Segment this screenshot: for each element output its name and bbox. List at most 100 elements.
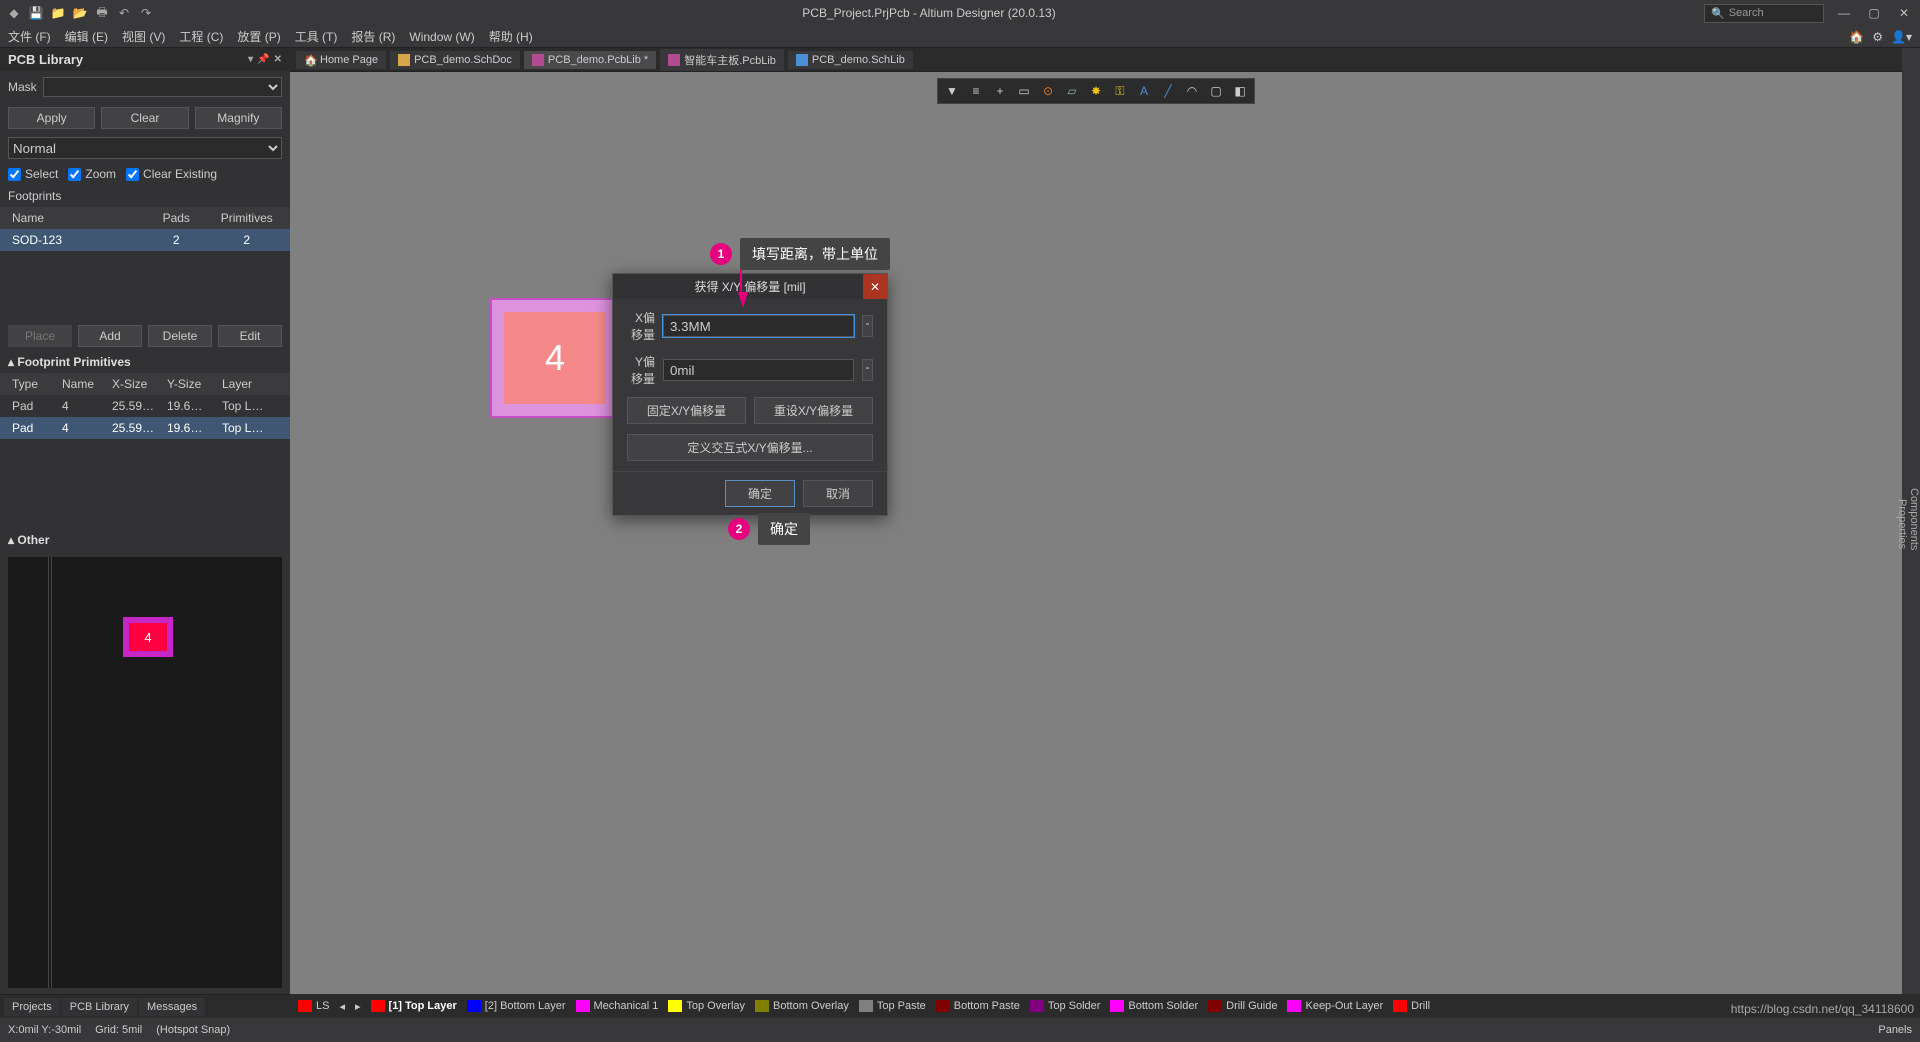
cancel-button[interactable]: 取消	[803, 480, 873, 507]
fill-icon[interactable]: ◧	[1230, 81, 1250, 101]
primitive-row[interactable]: Pad 4 25.59… 19.6… Top L…	[0, 395, 290, 417]
settings-icon[interactable]: ⚙	[1872, 30, 1883, 44]
polygon-icon[interactable]: ▱	[1062, 81, 1082, 101]
filter-icon[interactable]: ▼	[942, 81, 962, 101]
tab-home[interactable]: 🏠Home Page	[296, 51, 386, 69]
col-layer[interactable]: Layer	[218, 375, 282, 393]
mode-select[interactable]: Normal	[8, 137, 282, 159]
rect-icon[interactable]: ▢	[1206, 81, 1226, 101]
ok-button[interactable]: 确定	[725, 480, 795, 507]
define-interactive-button[interactable]: 定义交互式X/Y偏移量...	[627, 434, 873, 461]
panels-button[interactable]: Panels	[1878, 1024, 1912, 1036]
footprint-row[interactable]: SOD-123 2 2	[0, 229, 290, 251]
via-icon[interactable]: ⊙	[1038, 81, 1058, 101]
properties-tab[interactable]: Properties	[1896, 54, 1908, 994]
menu-edit[interactable]: 编辑 (E)	[65, 28, 108, 45]
layer-item[interactable]: Drill	[1393, 1000, 1430, 1012]
arc-icon[interactable]: ◠	[1182, 81, 1202, 101]
col-pname[interactable]: Name	[58, 375, 108, 393]
list-icon[interactable]: ≡	[966, 81, 986, 101]
components-tab[interactable]: Components	[1908, 54, 1920, 994]
layer-item[interactable]: Top Overlay	[668, 1000, 745, 1012]
col-ysize[interactable]: Y-Size	[163, 375, 218, 393]
menu-reports[interactable]: 报告 (R)	[351, 28, 395, 45]
minimize-icon[interactable]: —	[1834, 6, 1854, 20]
menu-file[interactable]: 文件 (F)	[8, 28, 51, 45]
layer-item[interactable]: [2] Bottom Layer	[467, 1000, 566, 1012]
reset-offset-button[interactable]: 重设X/Y偏移量	[754, 397, 873, 424]
window-title: PCB_Project.PrjPcb - Altium Designer (20…	[154, 6, 1704, 20]
layer-prev-icon[interactable]: ◂	[339, 1000, 345, 1013]
col-pads[interactable]: Pads	[141, 209, 212, 227]
layer-item[interactable]: Drill Guide	[1208, 1000, 1277, 1012]
edit-button[interactable]: Edit	[218, 325, 282, 347]
editor-canvas[interactable]: 🏠Home Page PCB_demo.SchDoc PCB_demo.PcbL…	[290, 48, 1902, 994]
col-xsize[interactable]: X-Size	[108, 375, 163, 393]
panel-close-icon[interactable]: ✕	[274, 54, 282, 65]
col-primitives[interactable]: Primitives	[212, 209, 283, 227]
close-icon[interactable]: ✕	[1894, 6, 1914, 20]
clear-button[interactable]: Clear	[101, 107, 188, 129]
open-icon[interactable]: 📁	[50, 5, 66, 21]
tab-messages[interactable]: Messages	[139, 998, 205, 1016]
layer-item[interactable]: Top Paste	[859, 1000, 926, 1012]
tab-schlib[interactable]: PCB_demo.SchLib	[788, 51, 913, 69]
origin-icon[interactable]: ✸	[1086, 81, 1106, 101]
global-search[interactable]: 🔍 Search	[1704, 4, 1824, 23]
pad-icon[interactable]: ▭	[1014, 81, 1034, 101]
maximize-icon[interactable]: ▢	[1864, 6, 1884, 20]
layer-item[interactable]: Bottom Solder	[1110, 1000, 1198, 1012]
tab-pcb-library[interactable]: PCB Library	[62, 998, 137, 1016]
menu-help[interactable]: 帮助 (H)	[489, 28, 533, 45]
home-icon[interactable]: 🏠	[1849, 30, 1864, 44]
tab-schdoc[interactable]: PCB_demo.SchDoc	[390, 51, 520, 69]
magnify-button[interactable]: Magnify	[195, 107, 282, 129]
layer-item[interactable]: [1] Top Layer	[371, 1000, 457, 1012]
layer-next-icon[interactable]: ▸	[355, 1000, 361, 1013]
layer-item[interactable]: Keep-Out Layer	[1287, 1000, 1383, 1012]
menu-window[interactable]: Window (W)	[409, 30, 474, 44]
save-icon[interactable]: 💾	[28, 5, 44, 21]
menu-tools[interactable]: 工具 (T)	[295, 28, 338, 45]
layer-item[interactable]: Mechanical 1	[576, 1000, 659, 1012]
x-offset-input[interactable]	[663, 315, 854, 337]
add-button[interactable]: Add	[78, 325, 142, 347]
open2-icon[interactable]: 📂	[72, 5, 88, 21]
ls-label[interactable]: LS	[316, 1000, 329, 1012]
redo-icon[interactable]: ↷	[138, 5, 154, 21]
x-step-button[interactable]: -	[862, 315, 873, 337]
delete-button[interactable]: Delete	[148, 325, 212, 347]
user-icon[interactable]: 👤▾	[1891, 30, 1912, 44]
zoom-checkbox[interactable]: Zoom	[68, 167, 116, 181]
line-icon[interactable]: ╱	[1158, 81, 1178, 101]
col-type[interactable]: Type	[8, 375, 58, 393]
dialog-close-button[interactable]: ✕	[863, 274, 887, 299]
layer-item[interactable]: Top Solder	[1030, 1000, 1101, 1012]
y-step-button[interactable]: -	[862, 359, 873, 381]
mask-input[interactable]	[43, 77, 282, 97]
layer-item[interactable]: Bottom Paste	[936, 1000, 1020, 1012]
doc-icon	[796, 54, 808, 66]
plus-icon[interactable]: +	[990, 81, 1010, 101]
canvas-pad-shape[interactable]: 4	[490, 298, 620, 418]
menu-view[interactable]: 视图 (V)	[122, 28, 165, 45]
apply-button[interactable]: Apply	[8, 107, 95, 129]
menu-project[interactable]: 工程 (C)	[179, 28, 223, 45]
panel-pin-icon[interactable]: 📌	[257, 54, 269, 65]
text-icon[interactable]: A	[1134, 81, 1154, 101]
key-icon[interactable]: ⚿	[1110, 81, 1130, 101]
fix-offset-button[interactable]: 固定X/Y偏移量	[627, 397, 746, 424]
panel-chevron-down-icon[interactable]: ▾	[248, 54, 253, 65]
menu-place[interactable]: 放置 (P)	[237, 28, 280, 45]
y-offset-input[interactable]	[663, 359, 854, 381]
col-name[interactable]: Name	[8, 209, 141, 227]
tab-pcblib[interactable]: PCB_demo.PcbLib *	[524, 51, 656, 69]
primitive-row[interactable]: Pad 4 25.59… 19.6… Top L…	[0, 417, 290, 439]
print-icon[interactable]: 🖶	[94, 5, 110, 21]
tab-projects[interactable]: Projects	[4, 998, 60, 1016]
tab-smart-car[interactable]: 智能车主板.PcbLib	[660, 49, 784, 71]
layer-item[interactable]: Bottom Overlay	[755, 1000, 849, 1012]
undo-icon[interactable]: ↶	[116, 5, 132, 21]
select-checkbox[interactable]: Select	[8, 167, 58, 181]
clear-existing-checkbox[interactable]: Clear Existing	[126, 167, 217, 181]
